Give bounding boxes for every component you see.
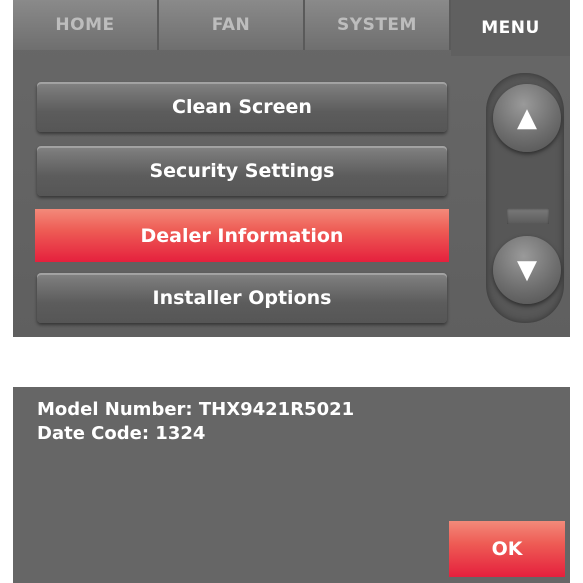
menu-item-label: Dealer Information (140, 224, 344, 247)
menu-item-label: Clean Screen (172, 96, 312, 118)
thermostat-menu-screen: HOME FAN SYSTEM MENU Clean Screen Securi… (13, 0, 570, 337)
tab-menu[interactable]: MENU (451, 0, 570, 56)
model-number-text: Model Number: THX9421R5021 (37, 399, 355, 420)
scroll-up-button[interactable]: ▲ (493, 84, 561, 152)
date-code-text: Date Code: 1324 (37, 423, 206, 444)
ok-button[interactable]: OK (449, 521, 565, 577)
menu-item-clean-screen[interactable]: Clean Screen (37, 82, 447, 132)
menu-item-security-settings[interactable]: Security Settings (37, 146, 447, 196)
down-arrow-icon: ▼ (517, 255, 537, 285)
menu-item-dealer-information[interactable]: Dealer Information (35, 209, 449, 262)
tab-system[interactable]: SYSTEM (305, 0, 451, 50)
tab-home[interactable]: HOME (13, 0, 159, 50)
menu-item-installer-options[interactable]: Installer Options (37, 273, 447, 323)
tab-bar: HOME FAN SYSTEM MENU (13, 0, 570, 56)
menu-item-label: Security Settings (149, 160, 335, 182)
menu-item-label: Installer Options (152, 287, 332, 309)
scroll-position-indicator (507, 208, 549, 224)
ok-button-label: OK (491, 538, 523, 560)
dealer-information-screen: Model Number: THX9421R5021 Date Code: 13… (13, 387, 570, 583)
up-arrow-icon: ▲ (517, 103, 537, 133)
tab-fan[interactable]: FAN (159, 0, 305, 50)
scroll-down-button[interactable]: ▼ (493, 236, 561, 304)
